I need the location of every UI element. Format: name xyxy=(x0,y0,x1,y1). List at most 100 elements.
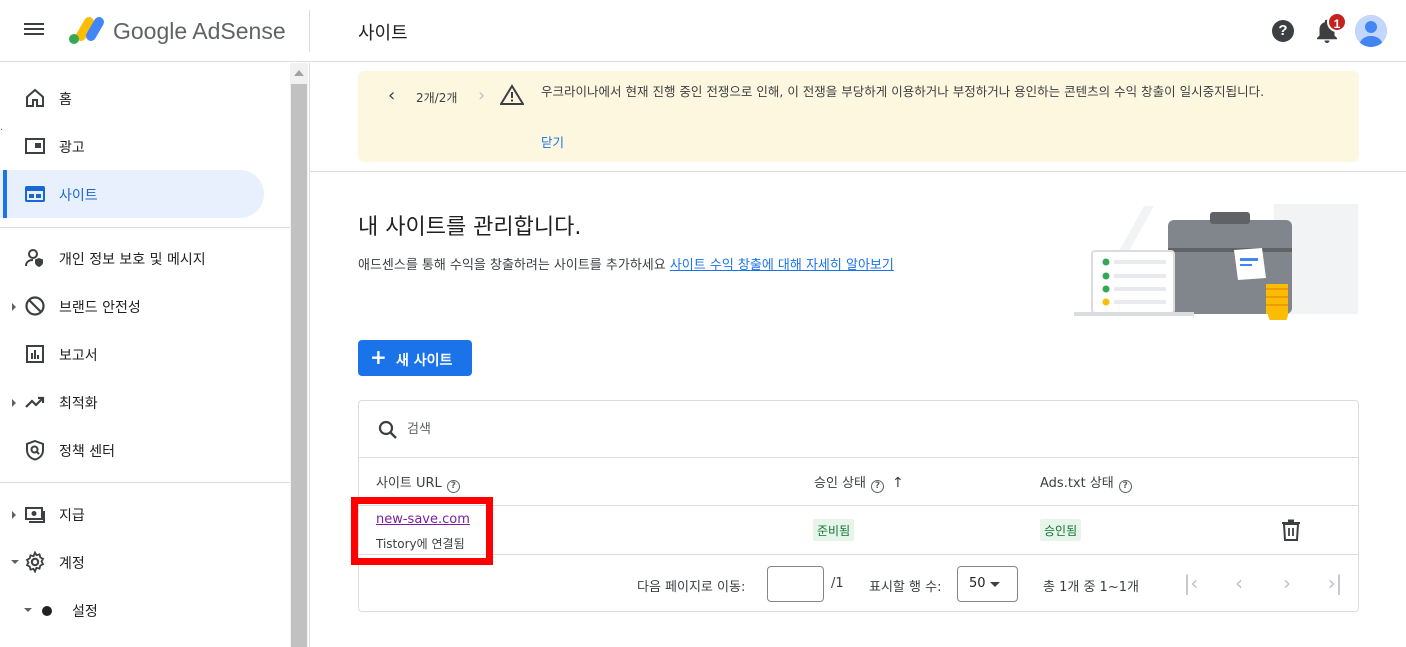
sidebar-item-label: 설정 xyxy=(72,604,98,620)
column-header-site-url[interactable]: 사이트 URL? xyxy=(376,472,460,493)
collapse-arrow-icon[interactable] xyxy=(24,608,32,612)
sidebar-item-label: 정책 센터 xyxy=(59,444,115,460)
sidebar-item-policy-center[interactable]: 정책 센터 xyxy=(0,426,264,474)
sites-icon xyxy=(25,186,45,202)
sidebar-border xyxy=(309,63,310,647)
block-icon xyxy=(25,296,45,316)
sidebar-item-label: 최적화 xyxy=(59,396,98,412)
user-avatar[interactable] xyxy=(1355,15,1387,47)
red-highlight-box xyxy=(351,497,493,565)
ads-icon xyxy=(25,138,45,154)
help-icon[interactable]: ? xyxy=(1118,480,1132,493)
search-icon xyxy=(378,420,397,439)
sidebar-item-label: 지급 xyxy=(59,508,85,524)
page-total: /1 xyxy=(831,576,844,591)
last-page-icon[interactable]: ›| xyxy=(1323,571,1347,595)
previous-notice-icon[interactable]: ‹ xyxy=(388,85,395,106)
notification-badge: 1 xyxy=(1327,12,1347,32)
gear-icon xyxy=(25,551,45,573)
sidebar-item-label: 계정 xyxy=(59,556,85,572)
main-heading: 내 사이트를 관리합니다. xyxy=(358,215,582,240)
sidebar-divider xyxy=(0,482,290,483)
subtitle-text: 애드센스를 통해 수익을 창출하려는 사이트를 추가하세요 xyxy=(358,258,666,273)
rows-per-page-value: 50 xyxy=(969,576,986,591)
sidebar-item-label: 보고서 xyxy=(59,348,98,364)
column-header-label: 승인 상태 xyxy=(814,476,866,491)
main-subtitle: 애드센스를 통해 수익을 창출하려는 사이트를 추가하세요 사이트 수익 창출에… xyxy=(358,254,894,273)
sidebar-item-label: 홈 xyxy=(59,92,72,108)
sidebar-item-payments[interactable]: 지급 xyxy=(0,490,264,538)
sites-table: 사이트 URL? 승인 상태?↑ Ads.txt 상태? new-save.co… xyxy=(358,400,1359,612)
next-page-icon[interactable]: › xyxy=(1275,571,1299,595)
help-icon[interactable]: ? xyxy=(446,480,460,493)
privacy-icon xyxy=(25,249,43,267)
sidebar-nav: 홈 · 광고 사이트 개인 정보 보호 및 메시지 브랜드 안전성 보고서 최적… xyxy=(0,63,290,647)
brand-name: Google AdSense xyxy=(113,18,286,44)
help-icon[interactable]: ? xyxy=(870,480,884,493)
trending-icon xyxy=(25,396,45,408)
policy-shield-icon xyxy=(26,439,44,461)
column-header-approval[interactable]: 승인 상태? ↑ xyxy=(814,472,904,493)
search-input[interactable] xyxy=(407,416,1007,442)
sidebar-item-home[interactable]: 홈 xyxy=(0,74,264,122)
expand-arrow-icon[interactable] xyxy=(12,511,16,519)
ads-txt-status-badge: 승인됨 xyxy=(1040,519,1082,541)
collapse-arrow-icon[interactable] xyxy=(11,560,19,564)
home-icon xyxy=(26,88,44,107)
dropdown-caret-icon xyxy=(990,582,1000,587)
rows-per-page-select[interactable]: 50 xyxy=(957,566,1018,602)
previous-page-icon[interactable]: ‹ xyxy=(1227,571,1251,595)
expand-arrow-icon[interactable] xyxy=(12,399,16,407)
first-page-icon[interactable]: |‹ xyxy=(1179,571,1203,595)
next-notice-icon[interactable]: › xyxy=(478,85,485,106)
rows-per-page-label: 표시할 행 수: xyxy=(869,580,942,595)
plus-icon: + xyxy=(370,345,387,369)
sidebar-item-settings[interactable]: 설정 xyxy=(0,586,264,634)
dot-icon xyxy=(42,606,52,616)
war-notice-banner: ‹ 2개/2개 › 우크라이나에서 현재 진행 중인 전쟁으로 인해, 이 전쟁… xyxy=(358,71,1359,162)
learn-more-link[interactable]: 사이트 수익 창출에 대해 자세히 알아보기 xyxy=(670,258,894,273)
help-icon[interactable]: ? xyxy=(1272,20,1294,42)
sidebar-item-account[interactable]: 계정 xyxy=(0,538,264,586)
column-header-label: 사이트 URL xyxy=(376,476,442,491)
page-title: 사이트 xyxy=(358,23,408,44)
report-icon xyxy=(26,345,44,363)
scroll-up-arrow-icon[interactable] xyxy=(294,70,304,76)
add-site-label: 새 사이트 xyxy=(396,353,453,369)
site-management-illustration xyxy=(1074,204,1358,320)
table-divider xyxy=(359,505,1358,506)
sidebar-item-label: 브랜드 안전성 xyxy=(59,300,141,316)
warning-icon xyxy=(500,84,524,105)
sidebar-item-label: 광고 xyxy=(59,140,85,156)
sidebar-item-sites[interactable]: 사이트 xyxy=(0,170,264,218)
adsense-logo-icon xyxy=(69,17,104,44)
top-app-bar: Google AdSense 사이트 ? 1 xyxy=(0,0,1406,62)
sidebar-item-reports[interactable]: 보고서 xyxy=(0,330,264,378)
expand-arrow-icon[interactable] xyxy=(12,303,16,311)
payments-icon xyxy=(25,507,45,523)
pagination-summary: 총 1개 중 1~1개 xyxy=(1043,580,1139,595)
sidebar-divider xyxy=(0,227,290,228)
table-divider xyxy=(359,554,1358,555)
delete-trash-icon[interactable] xyxy=(1281,519,1301,541)
approval-status-badge: 준비됨 xyxy=(813,519,855,541)
sidebar-scroll-thumb[interactable] xyxy=(291,84,307,647)
notice-message: 우크라이나에서 현재 진행 중인 전쟁으로 인해, 이 전쟁을 부당하게 이용하… xyxy=(541,84,1265,99)
sort-ascending-icon[interactable]: ↑ xyxy=(892,475,904,491)
add-site-button[interactable]: + 새 사이트 xyxy=(358,340,472,376)
table-divider xyxy=(359,457,1358,458)
dismiss-notice-link[interactable]: 닫기 xyxy=(541,132,564,151)
sidebar-item-label: 개인 정보 보호 및 메시지 xyxy=(59,252,206,268)
content-divider xyxy=(310,171,1406,172)
sidebar-item-ads[interactable]: 광고 xyxy=(0,122,264,170)
hamburger-menu-icon[interactable] xyxy=(24,20,46,42)
column-header-ads-txt[interactable]: Ads.txt 상태? xyxy=(1040,472,1132,493)
sidebar-item-brand-safety[interactable]: 브랜드 안전성 xyxy=(0,282,264,330)
goto-page-input[interactable] xyxy=(767,566,824,602)
sidebar-item-optimization[interactable]: 최적화 xyxy=(0,378,264,426)
column-header-label: Ads.txt 상태 xyxy=(1040,476,1114,491)
sidebar-item-privacy[interactable]: 개인 정보 보호 및 메시지 xyxy=(0,234,264,282)
header-divider xyxy=(309,10,310,52)
notice-counter: 2개/2개 xyxy=(416,91,458,105)
sidebar-item-label: 사이트 xyxy=(59,188,98,204)
